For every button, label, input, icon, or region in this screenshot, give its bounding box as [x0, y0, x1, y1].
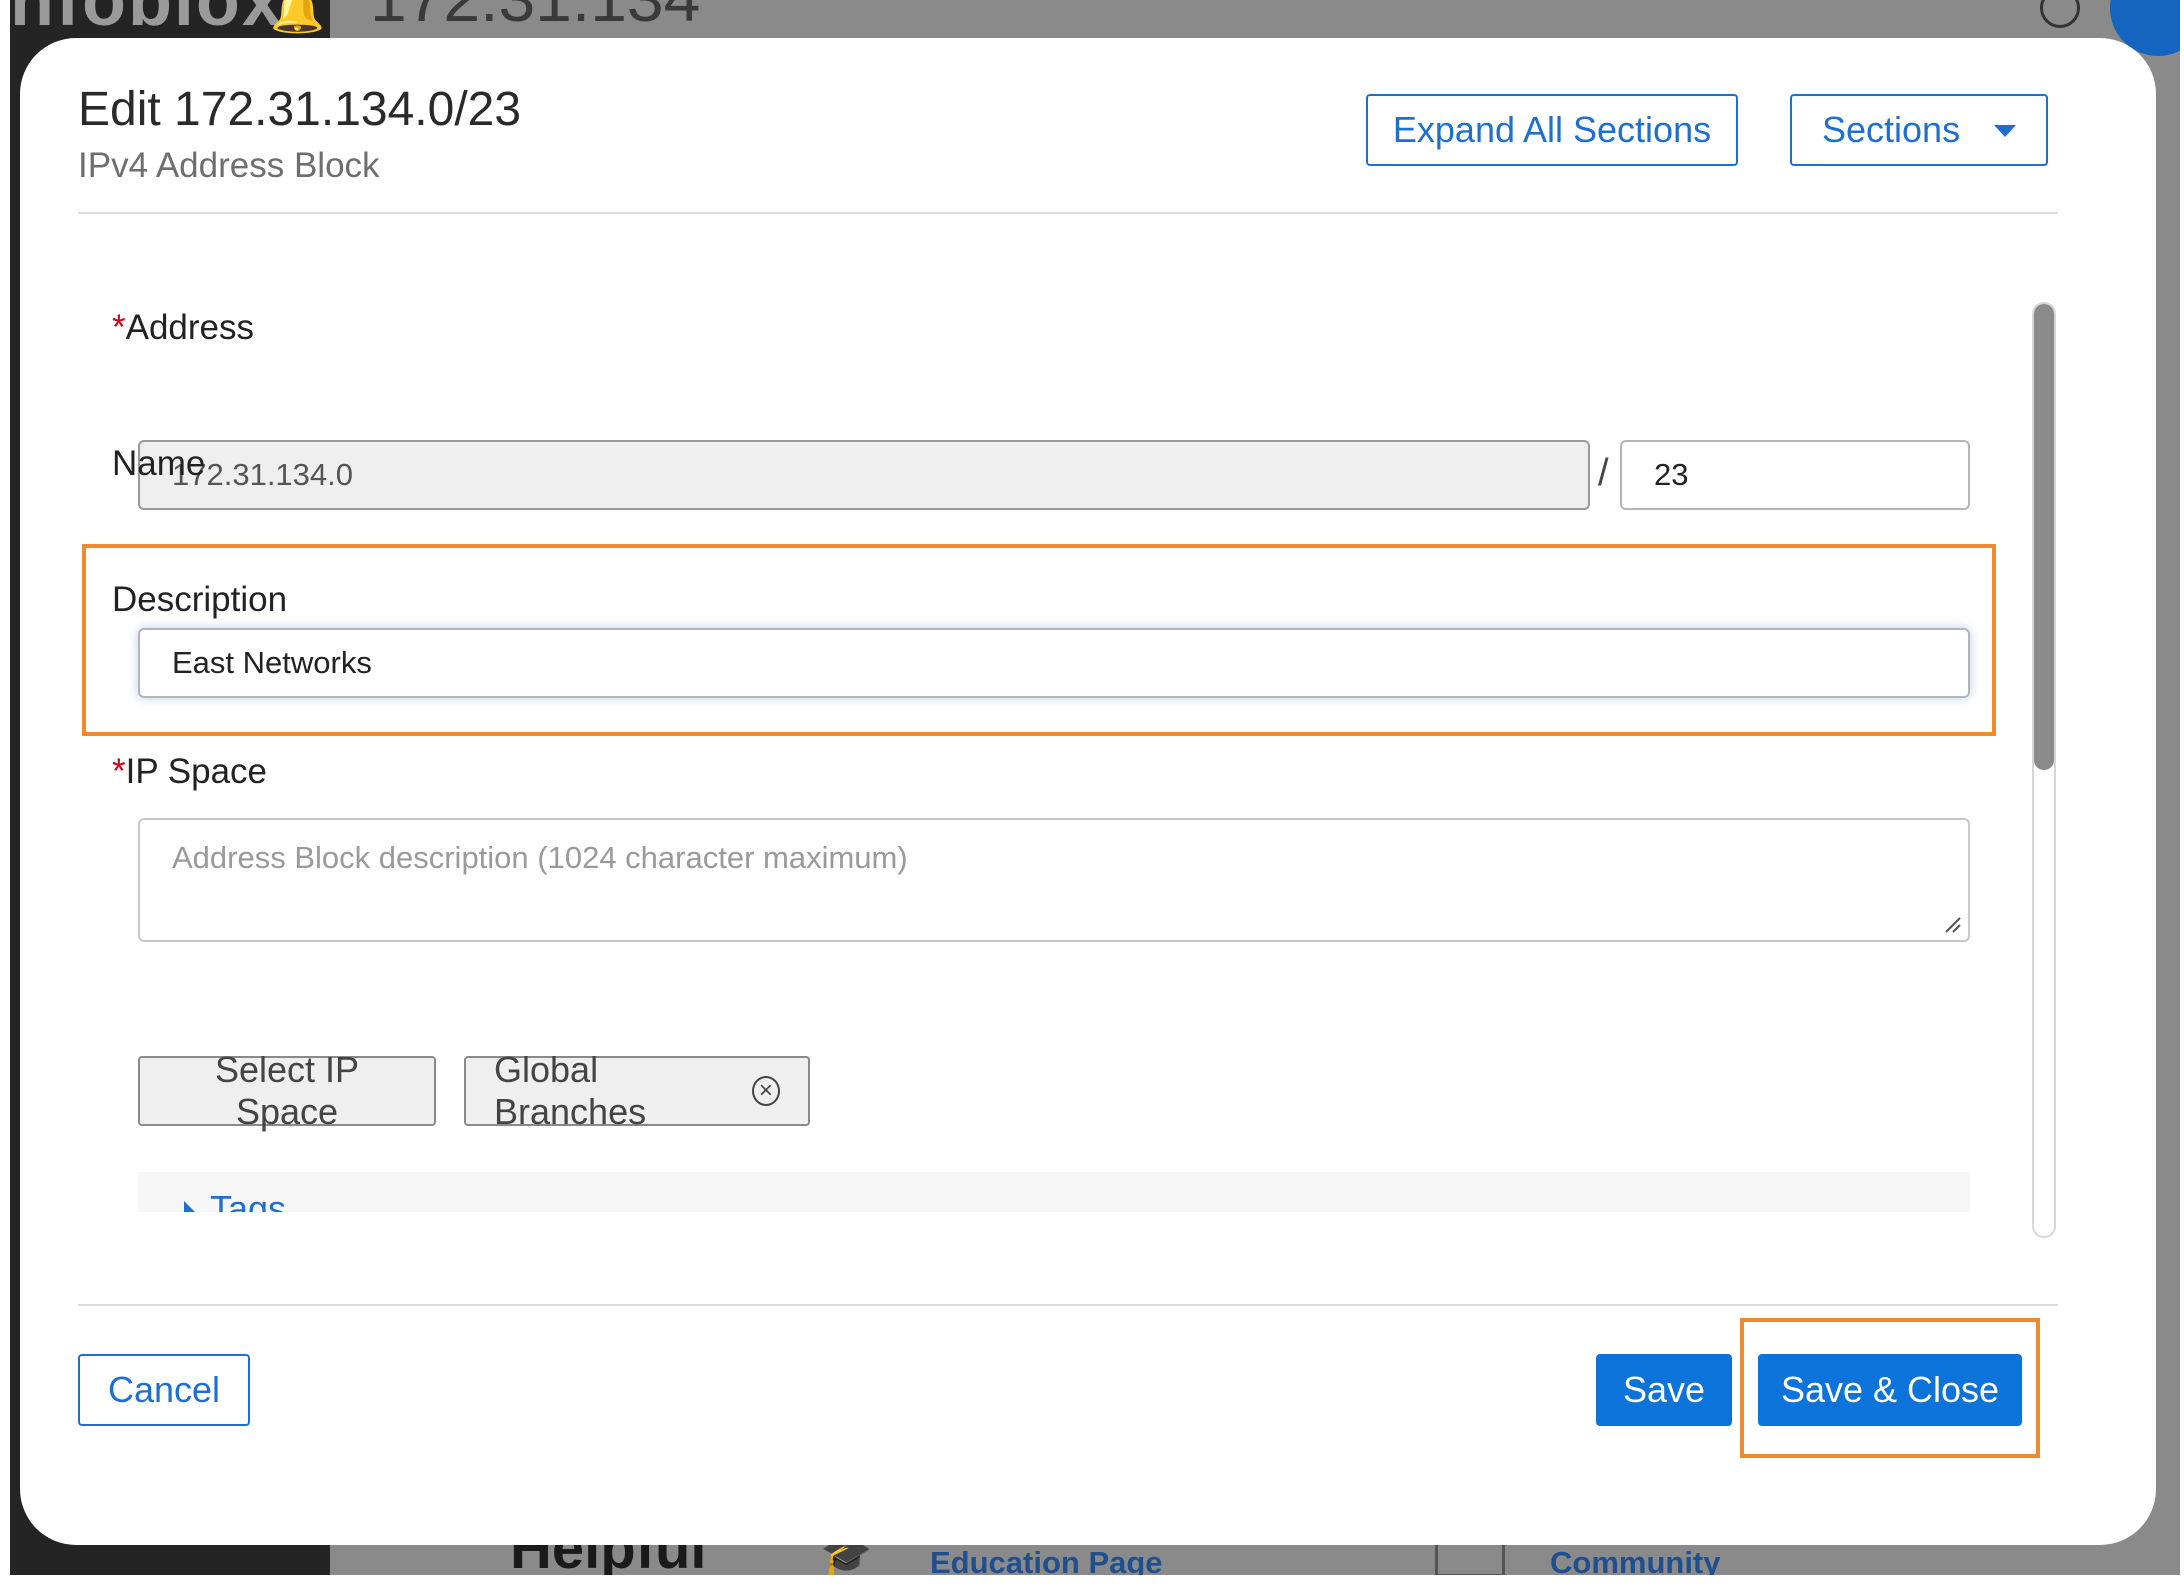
- description-label: Description: [112, 580, 288, 619]
- resize-grip-icon[interactable]: [1944, 916, 1962, 934]
- save-button[interactable]: Save: [1596, 1354, 1732, 1426]
- name-input[interactable]: [138, 628, 1970, 698]
- expand-all-sections-button[interactable]: Expand All Sections: [1366, 94, 1738, 166]
- ip-space-label: *IP Space: [112, 752, 267, 792]
- dialog-subtitle: IPv4 Address Block: [78, 146, 380, 185]
- edit-address-block-dialog: [20, 38, 2156, 1545]
- sections-dropdown-button[interactable]: Sections: [1790, 94, 2048, 166]
- required-marker: *: [112, 308, 126, 347]
- bell-icon: 🔔: [270, 0, 325, 35]
- address-label-text: Address: [125, 308, 255, 347]
- cancel-button[interactable]: Cancel: [78, 1354, 250, 1426]
- remove-chip-icon[interactable]: ×: [751, 1076, 780, 1106]
- background-logo: nfoblox: [10, 0, 284, 41]
- background-breadcrumb: 172.31.134: [370, 0, 700, 36]
- description-textarea[interactable]: [138, 818, 1970, 942]
- cidr-input[interactable]: [1620, 440, 1970, 510]
- header-divider: [78, 212, 2058, 214]
- education-page-link: Education Page: [930, 1545, 1163, 1575]
- scrollbar-thumb[interactable]: [2034, 304, 2054, 770]
- help-icon: [2040, 0, 2080, 28]
- required-marker: *: [112, 752, 126, 791]
- save-and-close-button[interactable]: Save & Close: [1758, 1354, 2022, 1426]
- ip-space-chip-label: Global Branches: [494, 1049, 647, 1132]
- ip-space-chip: Global Branches ×: [464, 1049, 810, 1132]
- community-link: Community: [1550, 1545, 1721, 1575]
- footer-divider: [78, 1304, 2058, 1306]
- name-label: Name: [112, 444, 206, 483]
- caret-down-icon: [1994, 125, 2016, 137]
- address-input[interactable]: [138, 440, 1590, 510]
- ip-space-label-text: IP Space: [125, 752, 268, 791]
- sections-dropdown-label: Sections: [1822, 109, 1961, 150]
- dialog-title: Edit 172.31.134.0/23: [78, 83, 522, 136]
- cidr-separator: /: [1598, 452, 1609, 494]
- address-label: *Address: [112, 308, 254, 348]
- select-ip-space-button[interactable]: Select IP Space: [138, 1049, 436, 1132]
